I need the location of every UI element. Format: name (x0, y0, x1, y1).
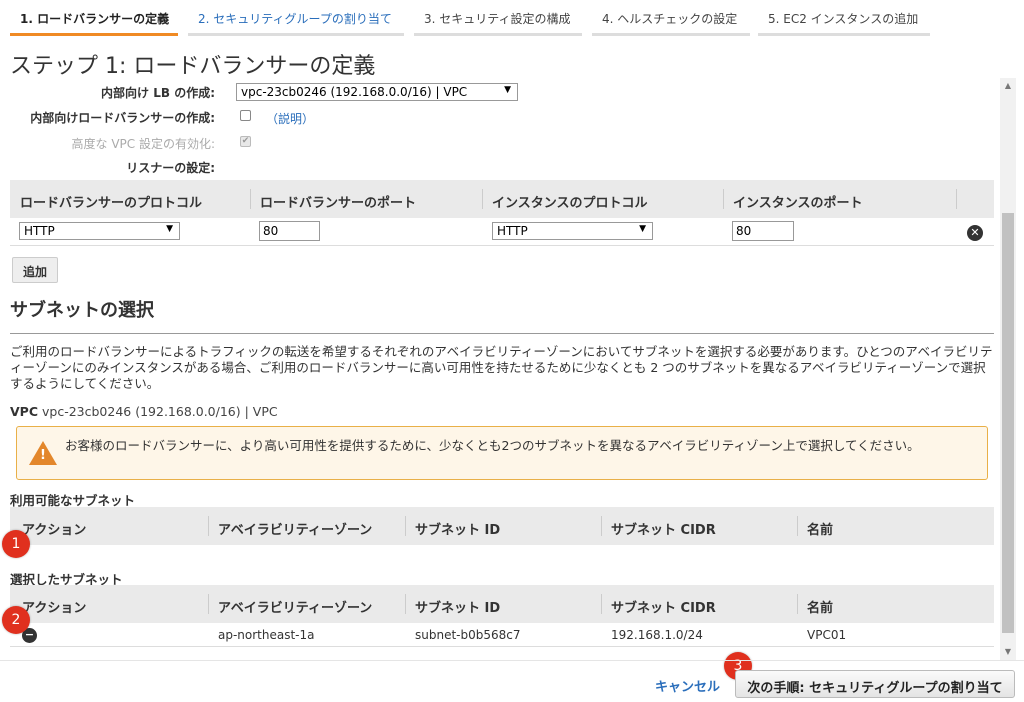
annotation-badge-1: 1 (2, 530, 30, 558)
subnet-description: ご利用のロードバランサーによるトラフィックの転送を希望するそれぞれのアベイラビリ… (10, 344, 993, 391)
col-divider (601, 594, 602, 614)
row-divider (10, 646, 994, 647)
col-instance-port: インスタンスのポート (733, 196, 863, 211)
wizard-step-4[interactable]: 4. ヘルスチェックの設定 (592, 10, 750, 36)
wizard-step-2[interactable]: 2. セキュリティグループの割り当て (188, 10, 404, 36)
subnet-section-title: サブネットの選択 (10, 300, 154, 321)
scroll-up-icon[interactable]: ▲ (1000, 78, 1016, 94)
col-action: アクション (22, 601, 87, 616)
vpc-select-value: vpc-23cb0246 (192.168.0.0/16) | VPC (241, 85, 468, 99)
col-divider (797, 594, 798, 614)
lb-protocol-value: HTTP (24, 224, 55, 238)
remove-listener-icon[interactable]: ✕ (967, 225, 983, 241)
explain-link[interactable]: （説明） (266, 110, 314, 127)
col-az: アベイラビリティーゾーン (218, 601, 373, 616)
selected-subnets-header: アクション アベイラビリティーゾーン サブネット ID サブネット CIDR 名… (10, 585, 994, 623)
warning-box: ! お客様のロードバランサーに、より高い可用性を提供するために、少なくとも2つの… (16, 426, 988, 480)
instance-port-input[interactable]: 80 (732, 221, 794, 241)
instance-protocol-select[interactable]: HTTP ▼ (492, 222, 653, 240)
available-subnets-header: アクション アベイラビリティーゾーン サブネット ID サブネット CIDR 名… (10, 507, 994, 545)
col-lb-port: ロードバランサーのポート (260, 196, 417, 211)
internal-lb-create-label: 内部向けロードバランサーの作成: (30, 111, 215, 125)
chevron-down-icon: ▼ (504, 85, 511, 95)
row-divider (10, 245, 994, 246)
listener-table-header: ロードバランサーのプロトコル ロードバランサーのポート インスタンスのプロトコル… (10, 180, 994, 218)
col-subnet-cidr: サブネット CIDR (611, 601, 716, 616)
scroll-thumb[interactable] (1002, 213, 1014, 633)
vpc-info-label: VPC (10, 404, 39, 419)
col-divider (208, 516, 209, 536)
col-subnet-cidr: サブネット CIDR (611, 523, 716, 538)
col-subnet-id: サブネット ID (415, 601, 501, 616)
scroll-down-icon[interactable]: ▼ (1000, 644, 1016, 660)
wizard-steps: 1. ロードバランサーの定義 2. セキュリティグループの割り当て 3. セキュ… (0, 0, 1024, 40)
warning-text: お客様のロードバランサーに、より高い可用性を提供するために、少なくとも2つのサブ… (65, 438, 920, 453)
footer-divider (0, 660, 1024, 661)
col-divider (250, 189, 251, 209)
chevron-down-icon: ▼ (166, 224, 173, 234)
col-action: アクション (22, 523, 87, 538)
col-divider (797, 516, 798, 536)
vertical-scrollbar[interactable]: ▲ ▼ (1000, 78, 1016, 660)
instance-protocol-value: HTTP (497, 224, 528, 238)
col-subnet-id: サブネット ID (415, 523, 501, 538)
internal-lb-label: 内部向け LB の作成: (101, 86, 215, 100)
warning-icon: ! (29, 441, 57, 465)
advanced-vpc-label: 高度な VPC 設定の有効化: (71, 137, 216, 151)
lb-protocol-select[interactable]: HTTP ▼ (19, 222, 180, 240)
lb-port-input[interactable]: 80 (259, 221, 320, 241)
col-instance-protocol: インスタンスのプロトコル (492, 196, 648, 211)
section-divider (10, 333, 994, 334)
annotation-badge-2: 2 (2, 606, 30, 634)
col-divider (956, 189, 957, 209)
col-divider (482, 189, 483, 209)
col-divider (723, 189, 724, 209)
wizard-step-3[interactable]: 3. セキュリティ設定の構成 (414, 10, 582, 36)
col-lb-protocol: ロードバランサーのプロトコル (20, 196, 203, 211)
advanced-vpc-checkbox[interactable]: ✔ (240, 136, 251, 147)
vpc-info-value: vpc-23cb0246 (192.168.0.0/16) | VPC (42, 404, 278, 419)
wizard-step-5[interactable]: 5. EC2 インスタンスの追加 (758, 10, 930, 36)
subnet-cidr: 192.168.1.0/24 (611, 628, 703, 642)
subnet-az: ap-northeast-1a (218, 628, 315, 642)
col-divider (208, 594, 209, 614)
col-az: アベイラビリティーゾーン (218, 523, 373, 538)
page-title: ステップ 1: ロードバランサーの定義 (10, 54, 376, 79)
available-subnets-empty (10, 545, 994, 567)
col-name: 名前 (807, 601, 834, 616)
subnet-name: VPC01 (807, 628, 847, 642)
next-step-button[interactable]: 次の手順: セキュリティグループの割り当て (735, 670, 1015, 698)
col-divider (405, 594, 406, 614)
col-divider (405, 516, 406, 536)
content-panel: 内部向け LB の作成: vpc-23cb0246 (192.168.0.0/1… (0, 78, 1016, 660)
wizard-step-1[interactable]: 1. ロードバランサーの定義 (10, 10, 178, 36)
vpc-select[interactable]: vpc-23cb0246 (192.168.0.0/16) | VPC ▼ (236, 83, 518, 101)
listener-label: リスナーの設定: (126, 161, 215, 175)
col-name: 名前 (807, 523, 834, 538)
cancel-link[interactable]: キャンセル (655, 676, 720, 695)
chevron-down-icon: ▼ (639, 224, 646, 234)
internal-lb-checkbox[interactable] (240, 110, 251, 121)
col-divider (601, 516, 602, 536)
subnet-id: subnet-b0b568c7 (415, 628, 521, 642)
add-listener-button[interactable]: 追加 (12, 257, 59, 283)
vpc-info: VPC vpc-23cb0246 (192.168.0.0/16) | VPC (10, 404, 278, 419)
